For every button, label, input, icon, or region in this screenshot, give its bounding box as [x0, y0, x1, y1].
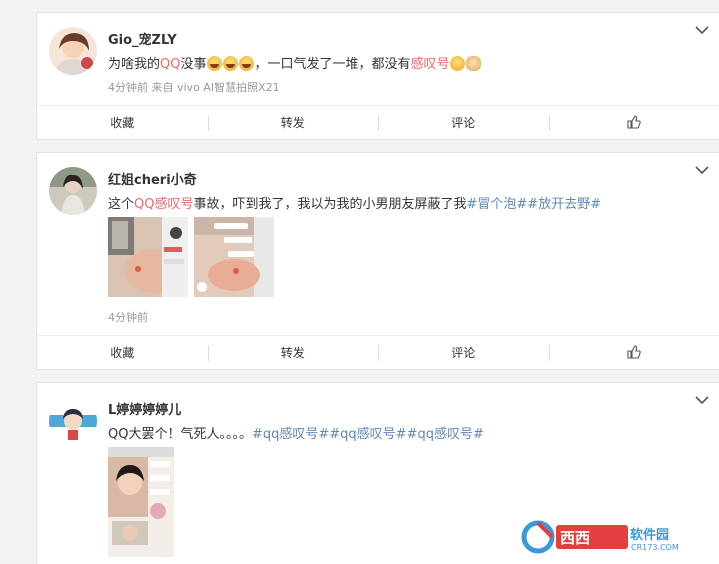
collect-button[interactable]: 收藏 — [37, 336, 208, 370]
topic-tag[interactable]: #放开去野# — [527, 197, 601, 212]
post-text: QQ大罢个！气死人。。。。#qq感叹号##qq感叹号##qq感叹号# — [108, 423, 484, 442]
post-card: 红姐cheri小奇 这个QQ感叹号事故，吓到我了，我以为我的小男朋友屏蔽了我#冒… — [36, 152, 719, 370]
post-meta: 4分钟前 来自 vivo AI智慧拍照X21 — [108, 81, 280, 94]
chevron-down-icon[interactable] — [695, 25, 709, 35]
text-segment: 这个 — [108, 197, 135, 212]
post-card: Gio_宠ZLY 为啥我的QQ没事 ，一口气发了一堆，都没有感叹号 4分钟前 来自… — [36, 12, 719, 140]
collect-button[interactable]: 收藏 — [37, 106, 208, 140]
like-button[interactable] — [548, 336, 719, 370]
post-text: 为啥我的QQ没事 ，一口气发了一堆，都没有感叹号 — [108, 53, 482, 72]
post-meta: 4分钟前 — [108, 311, 148, 324]
username[interactable]: Gio_宠ZLY — [108, 29, 177, 48]
repost-button[interactable]: 转发 — [207, 106, 379, 140]
laugh-emoji-icon — [449, 56, 465, 71]
svg-text:西西: 西西 — [560, 529, 590, 547]
comment-button[interactable]: 评论 — [378, 336, 549, 370]
comment-button[interactable]: 评论 — [378, 106, 549, 140]
highlight-keyword[interactable]: QQ — [160, 57, 180, 72]
repost-button[interactable]: 转发 — [207, 336, 379, 370]
highlight-keyword[interactable]: 感叹号 — [411, 57, 450, 72]
post-image[interactable] — [194, 217, 274, 297]
like-button[interactable] — [548, 106, 719, 140]
post-image[interactable] — [108, 217, 188, 297]
username[interactable]: L婷婷婷婷儿 — [108, 399, 181, 418]
text-segment: QQ大罢个！气死人。。。。 — [108, 427, 252, 442]
laugh-emoji-icon — [238, 56, 254, 71]
watermark-logo: 西西 软件园 CR173.COM — [518, 519, 700, 555]
text-segment: 事故，吓到我了，我以为我的小男朋友屏蔽了我 — [193, 197, 467, 212]
thumbs-up-icon — [627, 114, 641, 129]
avatar[interactable] — [49, 397, 97, 445]
username[interactable]: 红姐cheri小奇 — [108, 169, 197, 188]
post-text: 这个QQ感叹号事故，吓到我了，我以为我的小男朋友屏蔽了我#冒个泡##放开去野# — [108, 193, 601, 212]
highlight-keyword[interactable]: QQ感叹号 — [134, 197, 193, 212]
text-segment: ，一口气发了一堆，都没有 — [254, 57, 411, 72]
topic-tag[interactable]: #冒个泡# — [467, 197, 528, 212]
action-bar: 收藏 转发 评论 — [37, 105, 719, 139]
post-image[interactable] — [108, 447, 174, 557]
topic-tag[interactable]: #qq感叹号# — [407, 427, 484, 442]
laugh-emoji-icon — [222, 56, 238, 71]
topic-tag[interactable]: #qq感叹号# — [252, 427, 329, 442]
topic-tag[interactable]: #qq感叹号# — [329, 427, 406, 442]
chevron-down-icon[interactable] — [695, 395, 709, 405]
laugh-emoji-icon — [206, 56, 222, 71]
chevron-down-icon[interactable] — [695, 165, 709, 175]
avatar[interactable] — [49, 167, 97, 215]
text-segment: 为啥我的 — [108, 57, 161, 72]
watermark-brand: 软件园 — [630, 527, 669, 543]
avatar[interactable] — [49, 27, 97, 75]
action-bar: 收藏 转发 评论 — [37, 335, 719, 369]
watermark-url: CR173.COM — [631, 543, 679, 552]
thumbs-up-icon — [627, 344, 641, 359]
text-segment: 没事 — [180, 57, 207, 72]
dog-emoji-icon — [465, 56, 481, 71]
